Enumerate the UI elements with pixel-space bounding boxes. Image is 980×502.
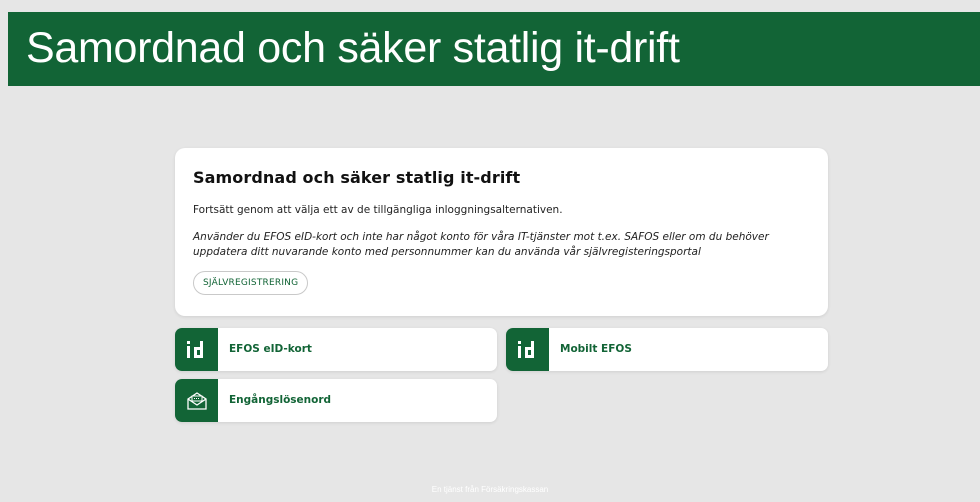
footer-text: En tjänst från Försäkringskassan xyxy=(431,485,549,494)
login-option-label: Engångslösenord xyxy=(229,394,332,406)
card-intro: Fortsätt genom att välja ett av de tillg… xyxy=(193,204,563,216)
login-option-mobile-efos[interactable]: Mobilt EFOS xyxy=(506,328,828,371)
login-option-efos-eid-card[interactable]: EFOS eID-kort xyxy=(175,328,497,371)
page-title: Samordnad och säker statlig it-drift xyxy=(26,24,680,72)
login-info-card: Samordnad och säker statlig it-drift For… xyxy=(175,148,828,316)
envelope-icon xyxy=(175,379,218,422)
login-option-one-time-password[interactable]: Engångslösenord xyxy=(175,379,497,422)
login-option-label: Mobilt EFOS xyxy=(560,343,632,355)
page-header: Samordnad och säker statlig it-drift xyxy=(8,12,980,86)
self-registration-button[interactable]: SJÄLVREGISTRERING xyxy=(193,271,309,295)
login-option-label: EFOS eID-kort xyxy=(229,343,312,355)
card-note: Använder du EFOS eID-kort och inte har n… xyxy=(193,231,769,258)
id-icon xyxy=(506,328,549,371)
id-icon xyxy=(175,328,218,371)
card-title: Samordnad och säker statlig it-drift xyxy=(193,168,521,187)
